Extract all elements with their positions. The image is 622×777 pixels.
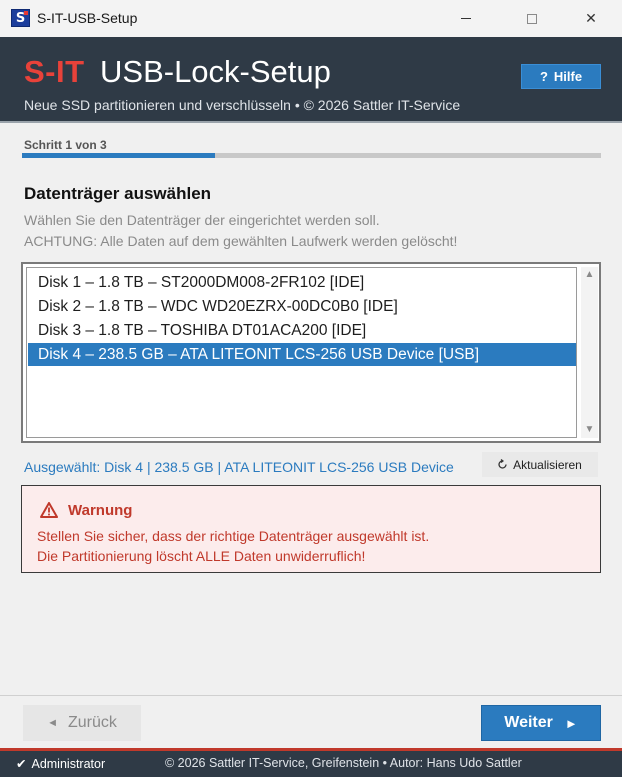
next-label: Weiter bbox=[504, 714, 553, 731]
disk-listbox[interactable]: Disk 1 – 1.8 TB – ST2000DM008-2FR102 [ID… bbox=[21, 262, 601, 443]
app-name: USB-Lock-Setup bbox=[100, 54, 331, 89]
maximize-button[interactable] bbox=[509, 0, 555, 37]
step-label: Schritt 1 von 3 bbox=[24, 138, 107, 152]
scroll-down-icon[interactable]: ▼ bbox=[581, 422, 598, 438]
app-icon-dot bbox=[24, 11, 28, 15]
window-title: S-IT-USB-Setup bbox=[37, 10, 138, 26]
list-scrollbar[interactable]: ▲ ▼ bbox=[581, 267, 598, 438]
warning-icon bbox=[40, 502, 58, 518]
help-icon: ? bbox=[539, 69, 548, 84]
app-header: S-IT USB-Lock-Setup Neue SSD partitionie… bbox=[0, 37, 622, 122]
warning-text-2: Die Partitionierung löscht ALLE Daten un… bbox=[37, 548, 366, 564]
progress-bar bbox=[22, 153, 601, 158]
brand-logo-text: S-IT bbox=[24, 54, 85, 89]
back-arrow-icon: ◄ bbox=[47, 717, 58, 729]
refresh-label: Aktualisieren bbox=[513, 457, 582, 472]
selected-disk-info: Ausgewählt: Disk 4 | 238.5 GB | ATA LITE… bbox=[24, 459, 454, 475]
status-copyright: © 2026 Sattler IT-Service, Greifenstein … bbox=[165, 756, 522, 770]
help-button[interactable]: ? Hilfe bbox=[521, 64, 601, 89]
section-title: Datenträger auswählen bbox=[24, 184, 212, 203]
close-button[interactable]: ✕ bbox=[568, 0, 614, 37]
footer-divider bbox=[0, 695, 622, 696]
next-arrow-icon: ► bbox=[564, 715, 578, 731]
disk-list-item-2[interactable]: Disk 2 – 1.8 TB – WDC WD20EZRX-00DC0B0 [… bbox=[28, 295, 576, 318]
refresh-button[interactable]: Aktualisieren bbox=[482, 452, 598, 477]
close-icon: ✕ bbox=[585, 10, 597, 26]
section-warning-note: ACHTUNG: Alle Daten auf dem gewählten La… bbox=[24, 233, 458, 249]
disk-list-item-4[interactable]: Disk 4 – 238.5 GB – ATA LITEONIT LCS-256… bbox=[28, 343, 576, 366]
admin-indicator: ✔ Administrator bbox=[16, 756, 106, 772]
checkmark-icon: ✔ bbox=[16, 757, 27, 771]
back-button[interactable]: ◄ Zurück bbox=[23, 705, 141, 741]
header-subtitle: Neue SSD partitionieren und verschlüssel… bbox=[24, 97, 461, 113]
disk-list-item-1[interactable]: Disk 1 – 1.8 TB – ST2000DM008-2FR102 [ID… bbox=[28, 271, 576, 294]
scroll-up-icon[interactable]: ▲ bbox=[581, 267, 598, 283]
warning-title: Warnung bbox=[68, 502, 133, 519]
minimize-button[interactable] bbox=[443, 0, 489, 37]
warning-text-1: Stellen Sie sicher, dass der richtige Da… bbox=[37, 528, 430, 544]
back-label: Zurück bbox=[67, 714, 117, 731]
disk-list: Disk 1 – 1.8 TB – ST2000DM008-2FR102 [ID… bbox=[26, 267, 577, 438]
header-divider bbox=[0, 121, 622, 123]
app-icon: S bbox=[11, 9, 30, 27]
maximize-icon bbox=[527, 13, 537, 24]
minimize-icon bbox=[461, 18, 471, 19]
progress-fill bbox=[22, 153, 215, 158]
status-bar: ✔ Administrator © 2026 Sattler IT-Servic… bbox=[0, 748, 622, 777]
disk-list-item-3[interactable]: Disk 3 – 1.8 TB – TOSHIBA DT01ACA200 [ID… bbox=[28, 319, 576, 342]
warning-panel: Warnung Stellen Sie sicher, dass der ric… bbox=[21, 485, 601, 573]
title-bar[interactable]: S S-IT-USB-Setup ✕ bbox=[0, 0, 622, 37]
user-role: Administrator bbox=[31, 756, 106, 771]
help-label: Hilfe bbox=[553, 69, 583, 84]
section-description: Wählen Sie den Datenträger der eingerich… bbox=[24, 212, 380, 228]
next-button[interactable]: Weiter ► bbox=[481, 705, 601, 741]
status-accent-line bbox=[0, 748, 622, 751]
refresh-icon bbox=[498, 459, 507, 469]
